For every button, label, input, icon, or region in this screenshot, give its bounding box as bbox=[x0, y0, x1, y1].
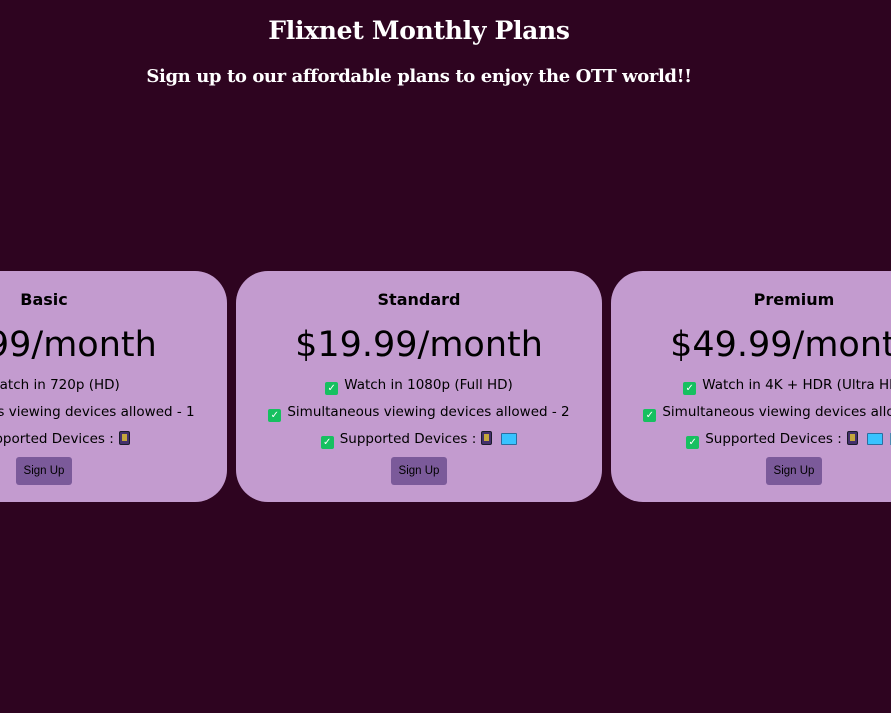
tablet-icon bbox=[846, 431, 858, 445]
checkmark-icon: ✓ bbox=[683, 382, 697, 395]
sign-up-button-basic[interactable]: Sign Up bbox=[16, 457, 72, 485]
feature-text: Supported Devices : bbox=[0, 431, 114, 447]
page-title: Flixnet Monthly Plans bbox=[268, 16, 570, 45]
tablet-icon bbox=[481, 431, 493, 445]
feature-text: Watch in 4K + HDR (Ultra HD) bbox=[702, 377, 891, 393]
feature-text: Supported Devices : bbox=[705, 431, 842, 447]
feature-item: ✓ Supported Devices : bbox=[531, 429, 891, 456]
sign-up-button-standard[interactable]: Sign Up bbox=[391, 457, 447, 485]
feature-list: ✓ Watch in 4K + HDR (Ultra HD) ✓ Simultane… bbox=[531, 375, 891, 456]
checkmark-icon: ✓ bbox=[325, 382, 339, 395]
plan-price: $49.99/month bbox=[670, 325, 891, 365]
feature-text: Supported Devices : bbox=[339, 431, 477, 447]
feature-text: Watch in 1080p (Full HD) bbox=[344, 377, 513, 393]
plan-name: Basic bbox=[20, 290, 68, 309]
checkmark-icon: ✓ bbox=[268, 409, 282, 422]
monitor-icon bbox=[866, 433, 883, 445]
feature-text: Simultaneous viewing devices allowed - 2 bbox=[287, 404, 570, 420]
checkmark-icon: ✓ bbox=[643, 409, 657, 422]
checkmark-icon: ✓ bbox=[686, 436, 700, 449]
feature-item: ✓ Watch in 4K + HDR (Ultra HD) bbox=[531, 375, 891, 402]
feature-text: Simultaneous viewing devices allowed - 4 bbox=[662, 404, 891, 420]
monitor-icon bbox=[501, 433, 518, 445]
checkmark-icon: ✓ bbox=[320, 436, 334, 449]
tablet-icon bbox=[118, 431, 130, 445]
feature-item: ✓ Simultaneous viewing devices allowed - … bbox=[531, 402, 891, 429]
plan-cards: Basic $9.99/month ✓Watch in 720p (HD) ✓S… bbox=[0, 271, 891, 502]
plan-card-premium: Premium $49.99/month ✓ Watch in 4K + HDR … bbox=[611, 271, 891, 502]
page-subtitle: Sign up to our affordable plans to enjoy… bbox=[146, 66, 692, 87]
plan-name: Standard bbox=[377, 290, 461, 309]
sign-up-button-premium[interactable]: Sign Up bbox=[766, 457, 822, 485]
feature-text: Watch in 720p (HD) bbox=[0, 377, 120, 393]
plan-name: Premium bbox=[753, 290, 835, 309]
